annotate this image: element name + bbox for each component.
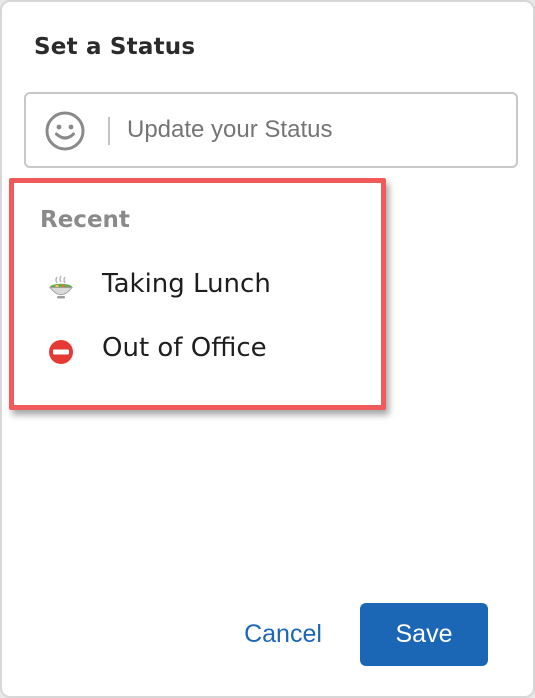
save-button[interactable]: Save <box>360 603 488 666</box>
cancel-button[interactable]: Cancel <box>228 608 338 660</box>
status-text-field[interactable] <box>127 112 497 148</box>
recent-item-label: Out of Office <box>102 333 267 363</box>
no-entry-emoji-icon <box>48 339 74 365</box>
recent-item-label: Taking Lunch <box>102 269 271 299</box>
recent-heading: Recent <box>40 207 130 233</box>
recent-statuses-section: Recent Taking Lunch Out of Office <box>9 178 386 410</box>
recent-item-taking-lunch[interactable]: Taking Lunch <box>40 265 360 309</box>
smiley-face-icon[interactable] <box>44 110 86 152</box>
soup-bowl-emoji-icon <box>48 275 74 301</box>
dialog-title: Set a Status <box>34 34 196 60</box>
input-divider <box>108 117 110 145</box>
status-input-box[interactable] <box>24 92 518 168</box>
set-status-dialog: Set a Status Recent <box>0 0 535 698</box>
recent-item-out-of-office[interactable]: Out of Office <box>40 329 360 373</box>
